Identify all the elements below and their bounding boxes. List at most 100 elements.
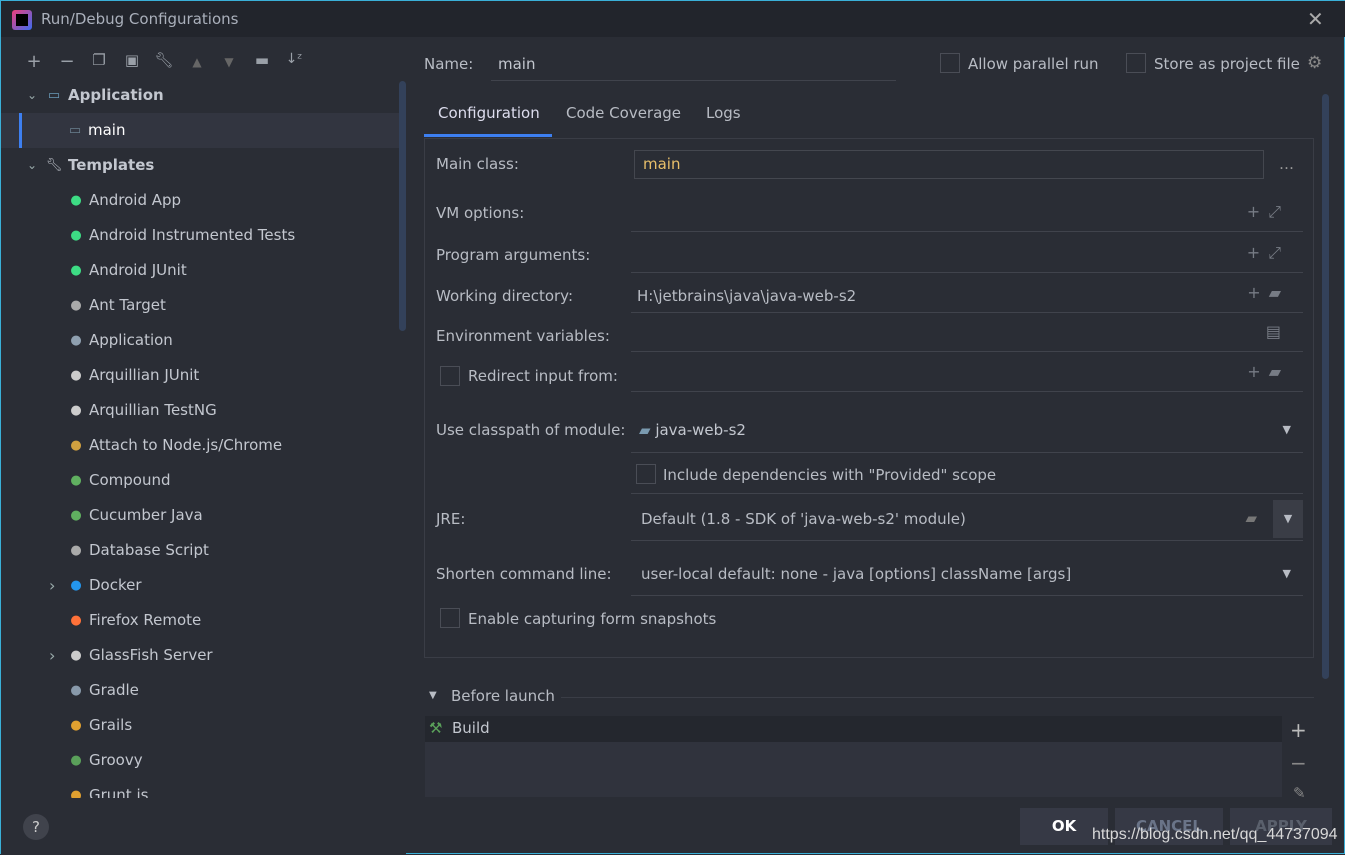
program-args-input[interactable]: +⤢: [631, 235, 1303, 273]
tree-scrollbar[interactable]: [399, 81, 406, 331]
main-class-input[interactable]: main: [634, 150, 1264, 179]
database-icon: ●: [70, 543, 82, 558]
working-dir-value: H:\jetbrains\java\java-web-s2: [637, 287, 857, 305]
application-icon: ▭: [47, 88, 61, 103]
tree-item-main[interactable]: ▭ main: [1, 113, 406, 148]
android-icon: ●: [70, 193, 82, 208]
tree-item-template[interactable]: ● Groovy: [1, 743, 406, 778]
move-up-icon[interactable]: ▲: [185, 55, 209, 69]
tree-label: Android App: [89, 191, 182, 209]
tree-item-template[interactable]: ● Compound: [1, 463, 406, 498]
snapshots-checkbox[interactable]: [440, 608, 460, 628]
add-expand-icon[interactable]: +⤢: [1247, 243, 1289, 263]
store-project-checkbox[interactable]: [1126, 53, 1146, 73]
remove-task-icon[interactable]: −: [1290, 751, 1307, 775]
dropdown-arrow-icon: ▼: [1282, 567, 1291, 580]
shorten-select[interactable]: user-local default: none - java [options…: [631, 554, 1303, 596]
tree-item-template[interactable]: ● Android App: [1, 183, 406, 218]
allow-parallel-checkbox[interactable]: [940, 53, 960, 73]
glassfish-icon: ●: [70, 648, 82, 663]
move-down-icon[interactable]: ▼: [217, 55, 241, 69]
document-icon[interactable]: ▤: [1266, 322, 1289, 341]
collapse-icon[interactable]: ▼: [429, 690, 437, 701]
close-icon[interactable]: ✕: [1307, 7, 1324, 31]
add-expand-icon[interactable]: +⤢: [1247, 202, 1289, 222]
tree-item-template[interactable]: ● Gradle: [1, 673, 406, 708]
window-title: Run/Debug Configurations: [41, 10, 239, 28]
tree-item-template[interactable]: ● Android JUnit: [1, 253, 406, 288]
classpath-label: Use classpath of module:: [436, 421, 626, 439]
add-folder-icon[interactable]: +▰: [1247, 283, 1289, 302]
browse-icon[interactable]: …: [1279, 155, 1294, 173]
tree-item-template[interactable]: ● Firefox Remote: [1, 603, 406, 638]
tree-label: Android Instrumented Tests: [89, 226, 296, 244]
help-button[interactable]: ?: [23, 814, 49, 840]
add-icon[interactable]: +: [22, 51, 46, 72]
tree-item-templates[interactable]: ⌄ 🔧︎ Templates: [1, 148, 406, 183]
save-icon[interactable]: ▣: [120, 51, 144, 69]
before-launch-title: Before launch: [451, 687, 555, 705]
jre-select[interactable]: Default (1.8 - SDK of 'java-web-s2' modu…: [631, 500, 1303, 541]
tree-item-template[interactable]: ● Database Script: [1, 533, 406, 568]
program-args-label: Program arguments:: [436, 246, 591, 264]
wrench-icon: 🔧︎: [45, 158, 63, 173]
folder-icon[interactable]: ▰: [1245, 509, 1257, 527]
redirect-input[interactable]: +▰: [631, 354, 1303, 392]
working-dir-input[interactable]: H:\jetbrains\java\java-web-s2 +▰: [631, 275, 1303, 313]
remove-icon[interactable]: −: [55, 51, 79, 72]
redirect-label: Redirect input from:: [468, 367, 618, 385]
tree-item-template[interactable]: ● Ant Target: [1, 288, 406, 323]
tab-configuration[interactable]: Configuration: [438, 104, 540, 122]
tree-label: Gradle: [89, 681, 139, 699]
form-scrollbar[interactable]: [1322, 94, 1329, 679]
android-junit-icon: ●: [70, 263, 82, 278]
snapshots-label: Enable capturing form snapshots: [468, 610, 717, 628]
tree-label: Attach to Node.js/Chrome: [89, 436, 283, 454]
cucumber-icon: ●: [70, 508, 82, 523]
classpath-select[interactable]: ▰ java-web-s2 ▼: [631, 411, 1303, 453]
env-vars-input[interactable]: ▤: [631, 314, 1303, 352]
tree-item-template[interactable]: ● Arquillian TestNG: [1, 393, 406, 428]
divider: [561, 697, 1314, 698]
tree-item-template[interactable]: ● Android Instrumented Tests: [1, 218, 406, 253]
classpath-value: java-web-s2: [655, 421, 746, 439]
tree-clip: [1, 798, 406, 855]
dropdown-arrow-icon[interactable]: ▼: [1273, 500, 1303, 538]
copy-icon[interactable]: ❐: [87, 51, 111, 69]
wrench-icon[interactable]: 🔧︎: [152, 51, 176, 69]
tab-code-coverage[interactable]: Code Coverage: [566, 104, 681, 122]
tree-item-template[interactable]: › ● Docker: [1, 568, 406, 603]
add-folder-icon[interactable]: +▰: [1247, 362, 1289, 381]
tab-logs[interactable]: Logs: [706, 104, 741, 122]
vm-options-label: VM options:: [436, 204, 525, 222]
tree-item-template[interactable]: ● Cucumber Java: [1, 498, 406, 533]
tree-item-template[interactable]: ● Grails: [1, 708, 406, 743]
tree-label: Database Script: [89, 541, 209, 559]
name-input[interactable]: main: [491, 51, 896, 81]
gear-icon[interactable]: ⚙: [1307, 53, 1322, 73]
tree-item-template[interactable]: ● Arquillian JUnit: [1, 358, 406, 393]
shorten-label: Shorten command line:: [436, 565, 612, 583]
new-folder-icon[interactable]: ▬: [250, 51, 274, 69]
allow-parallel-label: Allow parallel run: [968, 55, 1099, 73]
jre-label: JRE:: [436, 510, 466, 528]
intellij-logo-icon: [12, 10, 32, 30]
sort-icon[interactable]: ↓ᶻ: [282, 51, 306, 67]
tree-label: GlassFish Server: [89, 646, 213, 664]
add-task-icon[interactable]: +: [1290, 718, 1307, 742]
before-launch-item[interactable]: Build: [425, 716, 1282, 742]
active-tab-indicator: [424, 134, 552, 137]
tree-label: Arquillian TestNG: [89, 401, 217, 419]
vm-options-input[interactable]: +⤢: [631, 194, 1303, 232]
tree-item-template[interactable]: ● Application: [1, 323, 406, 358]
working-dir-label: Working directory:: [436, 287, 574, 305]
tree-item-application[interactable]: ⌄ ▭ Application: [1, 78, 406, 113]
tree-item-template[interactable]: › ● GlassFish Server: [1, 638, 406, 673]
edit-task-icon[interactable]: ✎: [1293, 784, 1306, 802]
arquillian-icon: ●: [70, 403, 82, 418]
tree-label: Android JUnit: [89, 261, 187, 279]
chevron-right-icon[interactable]: ›: [49, 568, 55, 603]
tree-item-template[interactable]: ● Attach to Node.js/Chrome: [1, 428, 406, 463]
chevron-right-icon[interactable]: ›: [49, 638, 55, 673]
redirect-checkbox[interactable]: [440, 366, 460, 386]
